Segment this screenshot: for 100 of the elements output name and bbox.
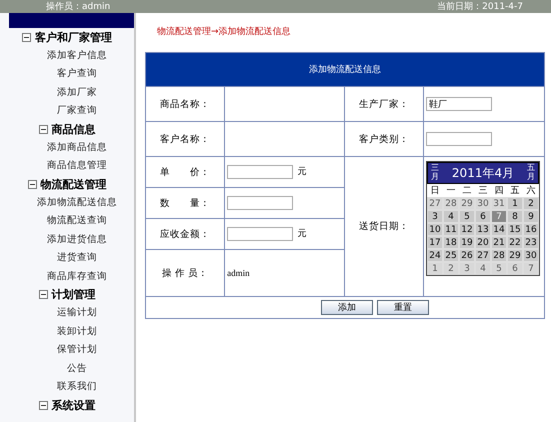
calendar-day[interactable]: 1 [427,262,444,275]
calendar-day[interactable]: 19 [459,236,476,249]
calendar-day[interactable]: 27 [427,197,444,210]
field-value: admin [227,268,250,278]
weekday-label: 六 [523,184,540,197]
calendar-day[interactable]: 3 [459,262,476,275]
calendar-day[interactable]: 29 [507,249,524,262]
weekday-label: 四 [491,184,508,197]
calendar-day[interactable]: 9 [523,210,540,223]
calendar-day[interactable]: 14 [491,223,508,236]
collapse-icon[interactable] [38,124,48,134]
form-header: 添加物流配送信息 [146,52,544,86]
calendar-day[interactable]: 7 [523,262,540,275]
calendar-day[interactable]: 8 [507,210,524,223]
collapse-icon[interactable] [28,180,36,188]
field-label: 数 量： [160,198,210,208]
collapse-icon[interactable] [22,32,31,42]
operator-label: 操作员：admin [46,0,110,13]
weekday-label: 一 [443,184,460,197]
form-button[interactable]: 添加 [321,300,373,315]
menu-item[interactable]: 添加厂家 [57,86,97,99]
menu-item[interactable]: 厂家查询 [57,104,97,118]
field-label: 商品名称： [160,98,210,110]
calendar-day[interactable]: 2 [443,262,460,275]
menu-item[interactable]: 进货查询 [57,251,97,264]
field-label: 生产厂家： [359,98,410,110]
field-label: 客户名称： [160,134,210,144]
calendar-day[interactable]: 31 [491,197,508,210]
calendar-day[interactable]: 6 [507,262,524,275]
calendar-day[interactable]: 10 [427,223,444,236]
calendar-day[interactable]: 24 [427,249,444,262]
breadcrumb: 物流配送管理→添加物流配送信息 [157,26,292,38]
input-field[interactable] [227,196,294,210]
input-field[interactable] [227,227,294,241]
calendar-day[interactable]: 13 [475,223,492,236]
menu-item[interactable]: 添加进货信息 [47,232,107,246]
menu-item[interactable]: 物流配送查询 [47,214,107,228]
menu-item[interactable]: 联系我们 [57,380,97,394]
menu-group-title[interactable]: 客户和厂家管理 [35,30,112,44]
menu-item[interactable]: 保管计划 [57,343,97,356]
input-field[interactable] [227,165,294,179]
unit-label: 元 [297,229,306,239]
calendar-day[interactable]: 16 [523,223,540,236]
calendar-day[interactable]: 5 [491,262,508,275]
next-month-button[interactable]: 五月 [527,164,536,182]
previous-month-button[interactable]: 三月 [431,164,440,182]
menu-item[interactable]: 公告 [67,362,87,375]
calendar-day[interactable]: 2 [523,197,540,210]
weekday-label: 五 [507,184,524,197]
menu-group-title[interactable]: 系统设置 [52,398,96,412]
menu-item[interactable]: 添加客户信息 [47,48,107,62]
weekday-label: 三 [475,184,492,197]
collapse-icon[interactable] [38,400,48,410]
calendar-day[interactable]: 30 [475,197,492,210]
calendar-day[interactable]: 4 [443,210,460,223]
calendar-day[interactable]: 30 [523,249,540,262]
menu-item[interactable]: 添加商品信息 [47,140,107,154]
calendar-day[interactable]: 23 [523,236,540,249]
menu-item[interactable]: 商品库存查询 [47,270,107,283]
calendar-day[interactable]: 25 [443,249,460,262]
menu-group-title[interactable]: 商品信息 [52,122,96,136]
calendar-day[interactable]: 26 [459,249,476,262]
collapse-icon[interactable] [38,290,48,299]
calendar-day[interactable]: 12 [459,223,476,236]
menu-item[interactable]: 添加物流配送信息 [37,196,117,209]
calendar-day[interactable]: 18 [443,236,460,249]
calendar-day[interactable]: 17 [427,236,444,249]
weekday-label: 二 [459,184,476,197]
calendar-day[interactable]: 11 [443,223,460,236]
field-label: 单 价： [160,166,210,178]
calendar-day[interactable]: 5 [459,210,476,223]
menu-item[interactable]: 运输计划 [57,306,97,320]
menu-group-title[interactable]: 计划管理 [52,287,96,302]
input-field[interactable] [426,132,492,146]
calendar-day[interactable]: 6 [475,210,492,223]
field-label: 应收金额： [160,228,210,240]
calendar-day[interactable]: 3 [427,210,444,223]
calendar-title: 2011年4月 [452,164,514,182]
field-label: 送货日期： [359,221,410,232]
menu-item[interactable]: 装卸计划 [57,324,97,338]
unit-label: 元 [297,167,306,177]
calendar-day[interactable]: 4 [475,262,492,275]
current-date: 当前日期：2011-4-7 [437,0,523,13]
calendar-day[interactable]: 20 [475,236,492,249]
calendar-day[interactable]: 21 [491,236,508,249]
field-label: 客户类别： [359,134,410,144]
weekday-label: 日 [427,184,444,197]
menu-item[interactable]: 商品信息管理 [47,159,107,172]
calendar-day[interactable]: 29 [459,197,476,210]
form-button[interactable]: 重置 [377,300,429,315]
calendar-day[interactable]: 28 [491,249,508,262]
input-field[interactable]: 鞋厂 [426,97,492,111]
calendar-day[interactable]: 22 [507,236,524,249]
calendar-day[interactable]: 1 [507,197,524,210]
menu-item[interactable]: 客户查询 [57,67,97,80]
calendar-day[interactable]: 15 [507,223,524,236]
field-label: 操 作 员： [162,268,208,278]
menu-group-title[interactable]: 物流配送管理 [40,176,106,192]
calendar-day[interactable]: 28 [443,197,460,210]
calendar-day[interactable]: 27 [475,249,492,262]
